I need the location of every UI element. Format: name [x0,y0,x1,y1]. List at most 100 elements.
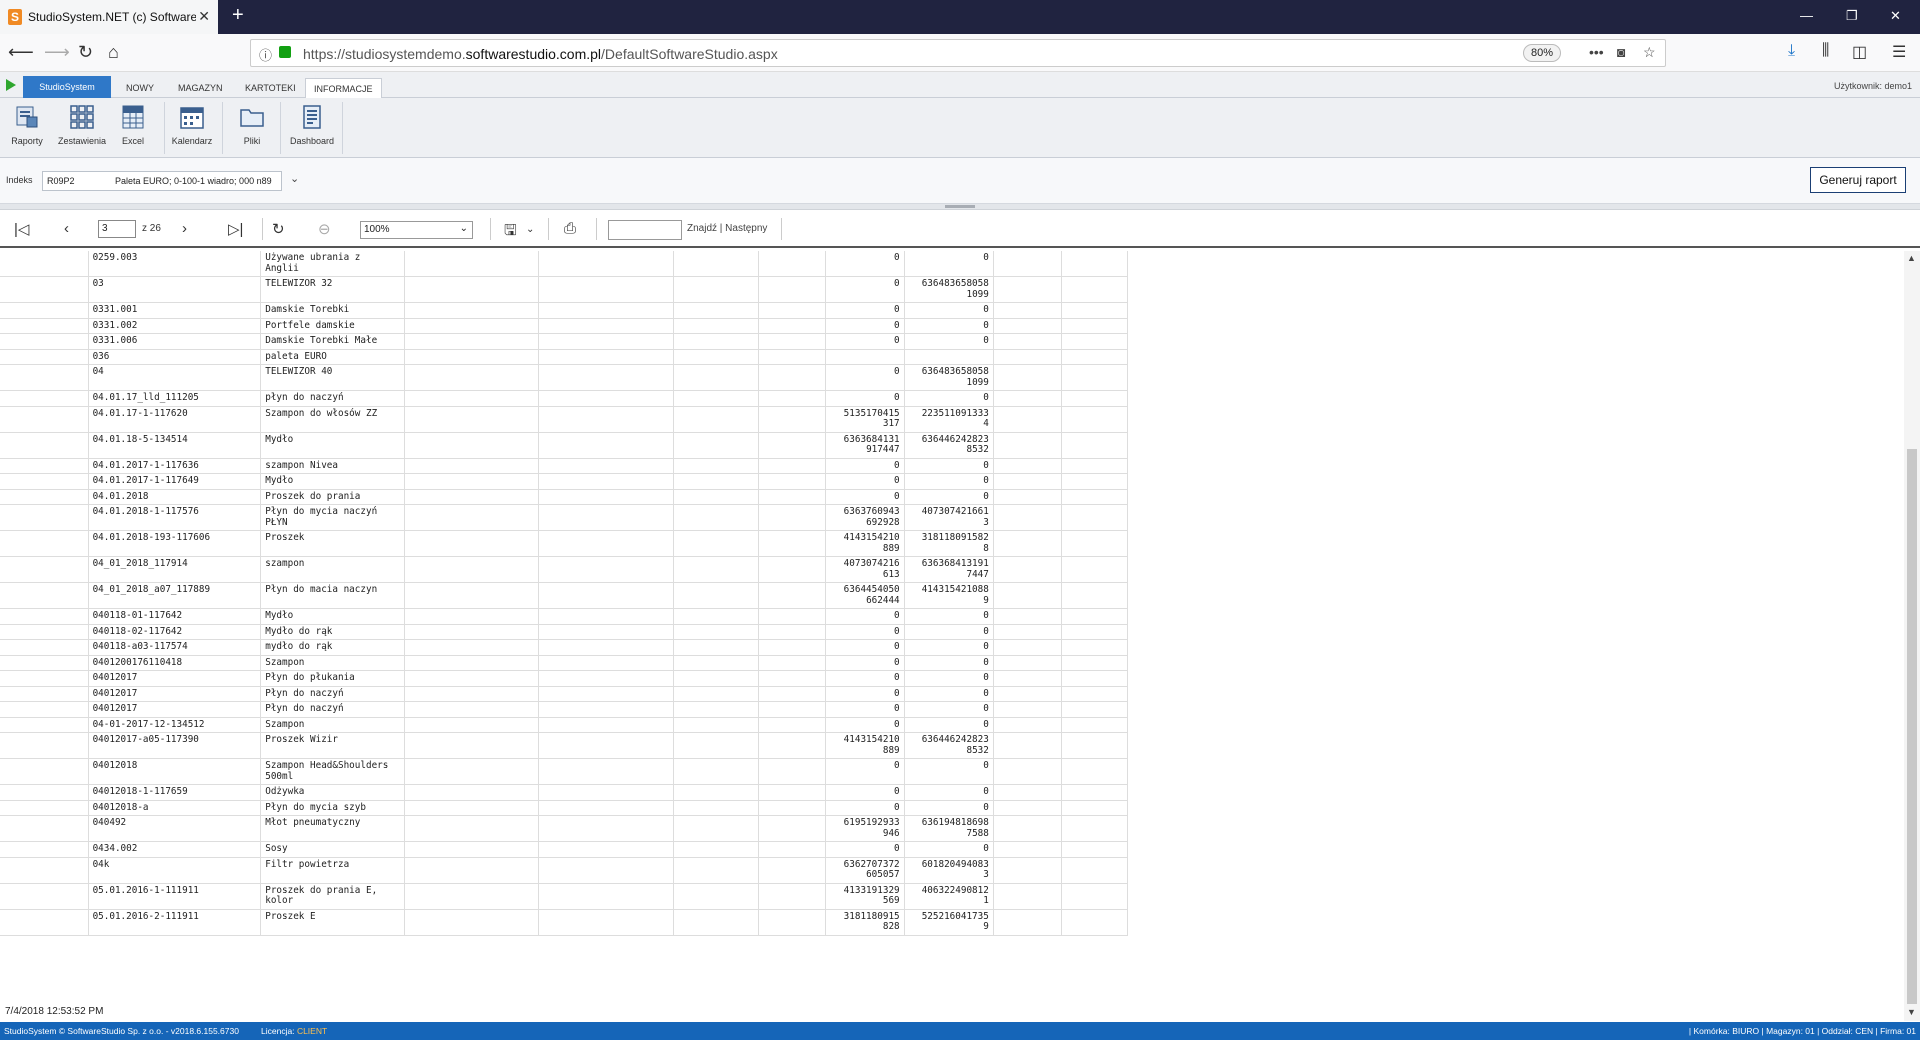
menu-item-nowy[interactable]: NOWY [118,78,162,98]
zestawienia-button[interactable]: Zestawienia [54,104,110,156]
app-window: S StudioSystem.NET (c) Software ✕ + — ❐ … [0,0,1920,1040]
cell-value-2: 636446242823 8532 [904,732,994,759]
table-cell [538,489,674,505]
table-cell [0,504,89,531]
forward-icon[interactable]: ⟶ [44,42,70,63]
cell-code: 04.01.2018-1-117576 [88,504,262,531]
info-icon[interactable]: ⓘ [259,45,272,64]
table-cell [993,883,1062,910]
table-cell [673,318,760,334]
menu-item-magazyn[interactable]: MAGAZYN [170,78,231,98]
print-icon[interactable]: ⎙ [564,220,576,237]
table-cell [1061,784,1129,801]
raporty-button[interactable]: Raporty [6,104,48,156]
pocket-icon[interactable]: ◙ [1617,44,1625,60]
table-cell [538,276,674,303]
table-cell [673,432,760,459]
scroll-thumb[interactable] [1907,449,1917,1004]
table-cell [538,349,674,365]
table-cell [993,333,1062,350]
minimize-icon[interactable]: — [1800,8,1813,23]
menu-item-kartoteki[interactable]: KARTOTEKI [237,78,304,98]
chevron-down-icon[interactable]: ⌄ [290,172,299,185]
last-page-icon[interactable]: ▷| [228,220,243,238]
table-cell [0,655,89,671]
cell-value-1: 0 [825,758,905,785]
url-bar[interactable]: ⓘ https://studiosystemdemo.softwarestudi… [250,39,1666,67]
play-icon[interactable] [6,79,16,91]
table-cell [404,530,540,557]
chevron-down-icon[interactable]: ⌄ [526,224,534,235]
table-row: 04012017 Płyn do płukania 0 0 [0,670,1129,687]
find-next-label[interactable]: Znajdź | Następny [687,223,767,234]
more-icon[interactable]: ••• [1589,44,1604,60]
pliki-button[interactable]: Pliki [232,104,272,156]
table-row: 04-01-2017-12-134512 Szampon 0 0 [0,717,1129,733]
splitter-handle[interactable] [945,205,975,208]
table-row: 04.01.17-1-117620 Szampon do włosów ZZ 513… [0,406,1129,433]
scroll-up-icon[interactable]: ▲ [1907,253,1916,263]
back-to-parent-icon[interactable]: ⊖ [318,220,331,238]
table-cell [993,701,1062,718]
kalendarz-button[interactable]: Kalendarz [170,104,214,156]
close-tab-icon[interactable]: ✕ [198,8,210,25]
table-cell [1061,909,1129,936]
first-page-icon[interactable]: |◁ [14,220,29,238]
zoom-indicator[interactable]: 80% [1523,44,1561,62]
vertical-scrollbar[interactable]: ▲ ▼ [1904,251,1920,1021]
table-cell [0,556,89,583]
table-cell [538,251,674,277]
generate-report-button[interactable]: Generuj raport [1810,167,1906,193]
cell-code: 04012017-a05-117390 [88,732,262,759]
table-cell [993,349,1062,365]
back-icon[interactable]: ⟵ [8,42,34,63]
table-cell [538,686,674,702]
table-cell [673,251,760,277]
scroll-down-icon[interactable]: ▼ [1907,1007,1916,1017]
report-zoom-select[interactable]: 100% ⌄ [360,221,473,239]
cell-value-1: 6362707372 605057 [825,857,905,884]
cell-value-2: 0 [904,670,994,687]
table-cell [993,857,1062,884]
page-number-input[interactable]: 3 [98,220,136,238]
menu-icon[interactable]: ☰ [1892,42,1906,62]
cell-value-1: 0 [825,318,905,334]
cell-name: mydło do rąk [260,639,405,656]
table-cell [538,608,674,625]
restore-icon[interactable]: ❐ [1846,8,1858,24]
table-row: 040118-02-117642 Mydło do rąk 0 0 [0,624,1129,640]
prev-page-icon[interactable]: ‹ [64,220,69,237]
cell-name: Płyn do mycia naczyń PŁYN [260,504,405,531]
star-icon[interactable]: ☆ [1643,44,1656,61]
library-icon[interactable]: ⫼ [1822,42,1829,60]
cell-code: 04 [88,364,262,391]
next-page-icon[interactable]: › [182,220,187,237]
browser-tab[interactable]: S StudioSystem.NET (c) Software ✕ [0,0,218,34]
table-cell [993,582,1062,609]
dashboard-button[interactable]: Dashboard [286,104,338,156]
menu-brand[interactable]: StudioSystem [23,76,111,98]
close-window-icon[interactable]: ✕ [1890,8,1901,24]
cell-name: Szampon Head&Shoulders 500ml [260,758,405,785]
table-cell [404,432,540,459]
table-cell [404,800,540,816]
find-input[interactable] [608,220,682,240]
table-cell [673,582,760,609]
save-icon[interactable]: 🖫 [504,220,517,245]
menu-item-informacje[interactable]: INFORMACJE [305,78,382,98]
home-icon[interactable]: ⌂ [108,42,119,63]
excel-button[interactable]: Excel [118,104,148,156]
index-select[interactable]: R09P2 Paleta EURO; 0-100-1 wiadro; 000 n… [42,171,282,191]
sidebar-icon[interactable]: ◫ [1852,42,1867,62]
new-tab-icon[interactable]: + [232,4,244,27]
refresh-icon[interactable]: ↻ [272,220,285,238]
reload-icon[interactable]: ↻ [78,42,93,63]
table-cell [673,732,760,759]
license-label: Licencja: [261,1026,295,1036]
cell-name: Odżywka [260,784,405,801]
table-cell [993,302,1062,319]
cell-code: 0401200176110418 [88,655,262,671]
download-icon[interactable]: ⤓ [1788,42,1795,60]
table-cell [993,639,1062,656]
cell-name: Używane ubrania z Anglii [260,251,405,277]
